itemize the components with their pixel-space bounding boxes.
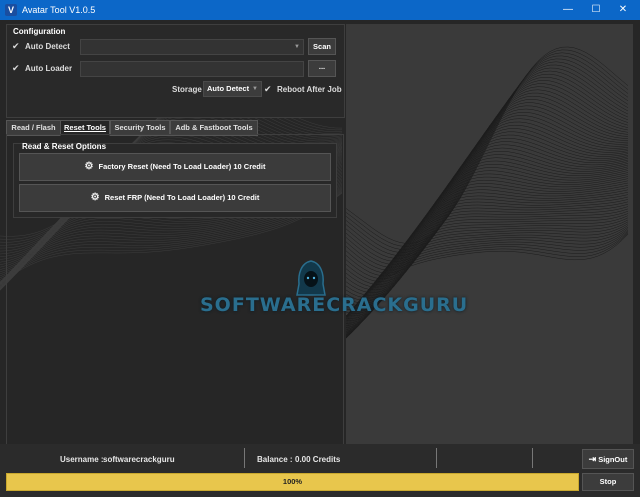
wave-line — [346, 86, 629, 282]
wave-line — [346, 92, 629, 288]
balance-label: Balance : — [257, 455, 293, 464]
gear-icon: ⚙ — [84, 161, 94, 172]
read-reset-options-title: Read & Reset Options — [22, 142, 107, 151]
factory-reset-label: Factory Reset (Need To Load Loader) 10 C… — [98, 162, 266, 171]
status-divider — [244, 448, 245, 468]
app-logo-icon: V — [5, 4, 17, 16]
chevron-down-icon: ▼ — [294, 44, 300, 50]
stop-button[interactable]: Stop — [582, 473, 634, 491]
auto-loader-path-field[interactable] — [80, 61, 304, 77]
wave-line — [346, 80, 629, 277]
storage-select[interactable]: Auto Detect ▼ — [203, 81, 262, 97]
window-title: Avatar Tool V1.0.5 — [22, 5, 96, 15]
reboot-after-job-label: Reboot After Job — [277, 85, 342, 94]
reset-frp-label: Reset FRP (Need To Load Loader) 10 Credi… — [104, 193, 260, 202]
auto-detect-label: Auto Detect — [25, 42, 70, 51]
title-bar: V Avatar Tool V1.0.5 — ☐ ✕ — [0, 0, 640, 20]
auto-loader-label: Auto Loader — [25, 64, 73, 73]
gear-icon: ⚙ — [90, 192, 100, 203]
close-button[interactable]: ✕ — [606, 0, 640, 20]
hooded-figure-logo-icon — [296, 260, 326, 296]
wave-pattern-right — [346, 46, 629, 339]
factory-reset-button[interactable]: ⚙ Factory Reset (Need To Load Loader) 10 … — [19, 153, 331, 181]
storage-select-value: Auto Detect — [207, 84, 250, 93]
signout-button[interactable]: ⇥ SignOut — [582, 449, 634, 469]
wave-line — [346, 77, 629, 274]
status-divider — [436, 448, 437, 468]
configuration-title: Configuration — [13, 27, 66, 36]
reset-frp-button[interactable]: ⚙ Reset FRP (Need To Load Loader) 10 Cred… — [19, 184, 331, 212]
auto-detect-checkbox[interactable]: ✔ — [12, 41, 20, 52]
browse-loader-button[interactable]: ... — [308, 60, 336, 77]
username-label: Username : — [60, 455, 104, 464]
scan-button[interactable]: Scan — [308, 38, 336, 55]
wave-line — [346, 73, 629, 271]
wave-line — [346, 55, 629, 253]
signout-icon: ⇥ — [588, 454, 597, 464]
signout-label: SignOut — [598, 455, 628, 464]
storage-label: Storage — [172, 85, 202, 94]
balance-value: 0.00 Credits — [295, 455, 341, 464]
status-divider — [532, 448, 533, 468]
progress-bar: 100% — [6, 473, 579, 491]
wave-art-panel — [346, 24, 633, 444]
watermark-text: SOFTWARECRACKGURU — [200, 294, 469, 316]
progress-text: 100% — [282, 477, 303, 486]
username-value: softwarecrackguru — [103, 455, 175, 464]
chevron-down-icon: ▼ — [252, 86, 258, 92]
reboot-after-job-checkbox[interactable]: ✔ — [264, 84, 272, 95]
auto-detect-dropdown[interactable]: ▼ — [80, 39, 304, 55]
wave-line — [346, 52, 629, 250]
auto-loader-checkbox[interactable]: ✔ — [12, 63, 20, 74]
